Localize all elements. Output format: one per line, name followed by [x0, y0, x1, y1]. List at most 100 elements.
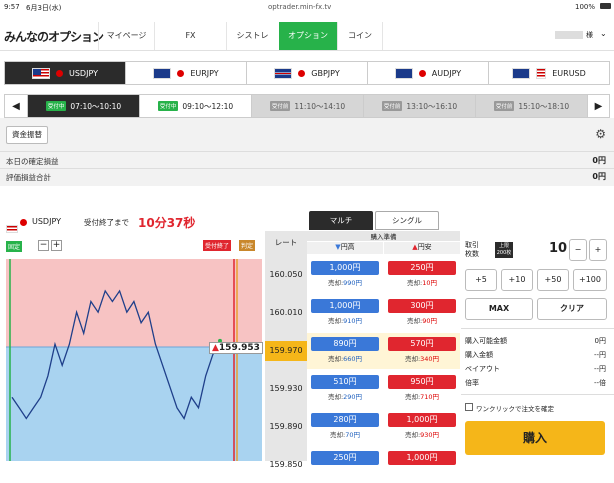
prev-slot-button[interactable]: ◀	[5, 95, 27, 117]
time-slot-2[interactable]: 受付中 09:10〜12:10	[139, 95, 251, 117]
time-slot-1[interactable]: 受付中 07:10〜10:10	[27, 95, 139, 117]
time-slot-bar: ◀ 受付中 07:10〜10:10 受付中 09:10〜12:10 受付前 11:10…	[4, 94, 610, 118]
add-5-button[interactable]: +5	[465, 269, 497, 291]
rate-column: レート 160.050 160.010 159.970 159.930 159.890 1…	[265, 231, 307, 469]
jp-flag-icon	[56, 69, 63, 77]
buy-low-button[interactable]: 950円	[388, 375, 456, 389]
high-sell-price: 売却:660円	[327, 355, 363, 363]
zoom-in-button[interactable]: +	[51, 240, 62, 251]
jp-flag-icon	[298, 69, 306, 77]
high-sell-price: 売却:910円	[327, 317, 363, 325]
chevron-down-icon[interactable]: ⌄	[600, 29, 607, 38]
buy-high-button[interactable]: 1,000円	[311, 261, 379, 275]
url-text: optrader.min-fx.tv	[268, 3, 332, 11]
time-slot-4[interactable]: 受付前 13:10〜16:10	[363, 95, 475, 117]
top-nav: みんなのオプション マイページ FX シストレ オプション コイン 様 ⌄	[0, 22, 614, 51]
low-sell-price: 売却:10円	[407, 279, 437, 287]
buy-high-button[interactable]: 280円	[311, 413, 379, 427]
tab-single[interactable]: シングル	[375, 211, 439, 230]
eu-flag-icon	[512, 67, 531, 79]
divider	[0, 168, 614, 169]
gear-icon[interactable]: ⚙	[595, 127, 606, 141]
rate-header: レート	[265, 231, 307, 255]
fund-transfer-button[interactable]: 資金振替	[6, 126, 48, 144]
tab-pair-audjpy[interactable]: AUDJPY	[368, 61, 489, 85]
buy-high-button[interactable]: 250円	[311, 451, 379, 465]
nav-item-coin[interactable]: コイン	[337, 22, 383, 50]
high-sell-price: 売却:990円	[327, 279, 363, 287]
rate-cell: 160.050	[269, 270, 303, 279]
tab-pair-gbpjpy[interactable]: GBPJPY	[247, 61, 368, 85]
time-slot-5[interactable]: 受付前 15:10〜18:10	[475, 95, 587, 117]
user-suffix[interactable]: 様	[586, 30, 593, 40]
buy-button[interactable]: 購入	[465, 421, 605, 455]
buy-high-button[interactable]: 890円	[311, 337, 379, 351]
status-bar: 9:57 6月3日(水) optrader.min-fx.tv 100%	[0, 0, 614, 14]
add-50-button[interactable]: +50	[537, 269, 569, 291]
qty-plus-button[interactable]: +	[589, 239, 607, 261]
us-flag-icon	[536, 67, 547, 79]
max-button[interactable]: MAX	[465, 298, 533, 320]
low-sell-price: 売却:930円	[404, 431, 440, 439]
high-header: ▼円高	[307, 242, 383, 254]
high-sell-price: 売却:70円	[330, 431, 360, 439]
logo[interactable]: みんなのオプション	[4, 28, 104, 45]
buy-low-button[interactable]: 1,000円	[388, 451, 456, 465]
rate-cell: 160.010	[269, 308, 303, 317]
confirmed-pl-value: 0円	[592, 156, 606, 165]
low-sell-price: 売却:90円	[407, 317, 437, 325]
tab-pair-eurjpy[interactable]: EURJPY	[126, 61, 247, 85]
us-flag-icon	[32, 67, 50, 79]
price-chart: 固定 − + 受付終了 判定 ▲159.953	[4, 209, 264, 461]
end-badge: 受付終了	[203, 240, 232, 251]
payout-value: --円	[593, 365, 606, 373]
qty-value[interactable]: 10	[549, 241, 567, 256]
buy-low-button[interactable]: 1,000円	[388, 413, 456, 427]
buy-high-button[interactable]: 1,000円	[311, 299, 379, 313]
uk-flag-icon	[274, 67, 293, 79]
buy-low-button[interactable]: 250円	[388, 261, 456, 275]
qty-label: 取引枚数	[465, 241, 479, 258]
status-time: 9:57	[4, 3, 20, 11]
time-slot-3[interactable]: 受付前 11:10〜14:10	[251, 95, 363, 117]
nav-item-mypage[interactable]: マイページ	[98, 22, 154, 50]
tab-pair-eurusd[interactable]: EURUSD	[489, 61, 610, 85]
order-panel: 取引枚数 上限200枚 10 − + +5 +10 +50 +100 MAX ク…	[461, 231, 614, 461]
buy-low-button[interactable]: 300円	[388, 299, 456, 313]
oneclick-checkbox[interactable]	[465, 403, 473, 411]
low-zone	[6, 347, 262, 461]
buyable-amount-value: 0円	[594, 337, 606, 345]
currency-pair-tabs: USDJPY EURJPY GBPJPY AUDJPY EURUSD	[4, 61, 610, 85]
battery-icon	[600, 3, 611, 9]
next-slot-button[interactable]: ▶	[587, 95, 609, 117]
purchase-amount-label: 購入金額	[465, 351, 493, 359]
nav-item-fx[interactable]: FX	[154, 22, 226, 50]
zoom-out-button[interactable]: −	[38, 240, 49, 251]
jp-flag-icon	[177, 69, 185, 77]
jp-flag-icon	[418, 69, 426, 77]
fixed-scale-badge[interactable]: 固定	[6, 241, 23, 252]
nav-item-systrade[interactable]: シストレ	[226, 22, 278, 50]
add-100-button[interactable]: +100	[573, 269, 607, 291]
trade-table: 購入準備 ▼円高 ▲円安 1,000円 250円 売却:990円 売却:10円 1,00…	[307, 231, 460, 483]
tab-multi[interactable]: マルチ	[309, 211, 373, 230]
buyable-amount-label: 購入可能金額	[465, 337, 507, 345]
rate-cell: 159.970	[265, 341, 307, 361]
eu-flag-icon	[153, 67, 172, 79]
rate-cell: 159.930	[269, 384, 303, 393]
user-name-mask	[555, 31, 583, 39]
buy-high-button[interactable]: 510円	[311, 375, 379, 389]
high-sell-price: 売却:290円	[327, 393, 363, 401]
add-10-button[interactable]: +10	[501, 269, 533, 291]
divider	[461, 328, 614, 329]
nav-item-option[interactable]: オプション	[279, 22, 337, 50]
clear-button[interactable]: クリア	[537, 298, 607, 320]
qty-minus-button[interactable]: −	[569, 239, 587, 261]
confirmed-pl-label: 本日の確定損益	[6, 157, 59, 166]
rate-cell: 159.850	[269, 460, 303, 469]
tab-pair-usdjpy[interactable]: USDJPY	[4, 61, 126, 85]
low-sell-price: 売却:710円	[404, 393, 440, 401]
buy-low-button[interactable]: 570円	[388, 337, 456, 351]
au-flag-icon	[394, 67, 413, 79]
oneclick-label[interactable]: ワンクリックで注文を確定	[476, 403, 554, 413]
